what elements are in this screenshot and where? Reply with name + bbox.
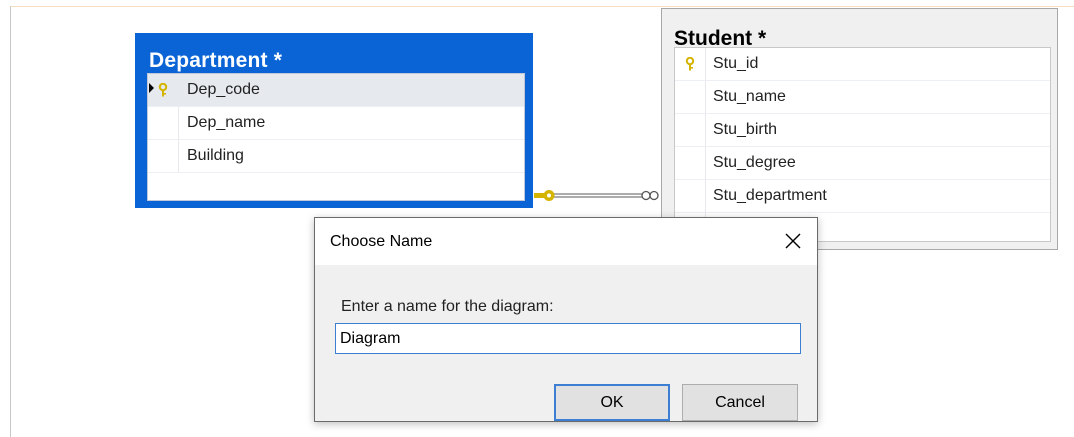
dialog-prompt: Enter a name for the diagram: — [341, 298, 554, 315]
row-selector[interactable] — [675, 114, 706, 146]
key-icon — [158, 83, 168, 97]
key-end-icon — [534, 190, 555, 201]
column-row[interactable]: Stu_degree — [675, 147, 1050, 180]
table-title: Department * — [149, 49, 283, 72]
column-name: Building — [187, 147, 244, 164]
column-row[interactable]: Building — [148, 140, 524, 173]
column-row[interactable]: Stu_name — [675, 81, 1050, 114]
relationship-line[interactable] — [530, 188, 665, 206]
dialog-titlebar[interactable]: Choose Name — [315, 218, 817, 265]
row-selector-arrow-icon — [149, 83, 154, 93]
column-row[interactable]: Stu_birth — [675, 114, 1050, 147]
row-selector[interactable] — [675, 48, 706, 80]
top-divider — [10, 6, 1074, 7]
row-selector[interactable] — [675, 147, 706, 179]
cancel-button[interactable]: Cancel — [682, 384, 798, 421]
row-selector[interactable] — [675, 81, 706, 113]
choose-name-dialog[interactable]: Choose Name Enter a name for the diagram… — [314, 217, 818, 422]
ok-button[interactable]: OK — [554, 384, 670, 421]
key-icon — [685, 57, 695, 71]
column-grid: Dep_code Dep_name Building — [147, 73, 525, 201]
row-selector[interactable] — [148, 74, 179, 106]
column-name: Stu_degree — [713, 154, 796, 171]
column-name: Stu_birth — [713, 121, 778, 138]
diagram-name-input[interactable] — [335, 323, 801, 354]
left-divider — [10, 6, 11, 437]
row-selector[interactable] — [675, 180, 706, 212]
column-name: Dep_code — [187, 81, 260, 98]
close-button[interactable] — [779, 227, 807, 255]
column-grid: Stu_id Stu_name Stu_birth Stu_degree Stu… — [674, 47, 1051, 245]
row-selector[interactable] — [148, 107, 179, 139]
table-student[interactable]: Student * Stu_id Stu_name Stu_birth Stu_… — [661, 8, 1058, 250]
column-row[interactable]: Dep_name — [148, 107, 524, 140]
dialog-title: Choose Name — [330, 233, 433, 250]
row-selector[interactable] — [148, 140, 179, 172]
column-name: Stu_department — [713, 187, 827, 204]
column-name: Stu_id — [713, 55, 759, 72]
column-row[interactable]: Stu_department — [675, 180, 1050, 213]
column-row[interactable]: Stu_id — [675, 48, 1050, 81]
column-row[interactable]: Dep_code — [148, 74, 524, 107]
infinity-end-icon — [641, 190, 659, 201]
column-name: Dep_name — [187, 114, 266, 131]
table-department[interactable]: Department * Dep_code Dep_name Building — [135, 33, 533, 208]
column-name: Stu_name — [713, 88, 786, 105]
close-icon — [785, 233, 801, 249]
diagram-canvas[interactable]: Department * Dep_code Dep_name Building … — [0, 0, 1074, 437]
